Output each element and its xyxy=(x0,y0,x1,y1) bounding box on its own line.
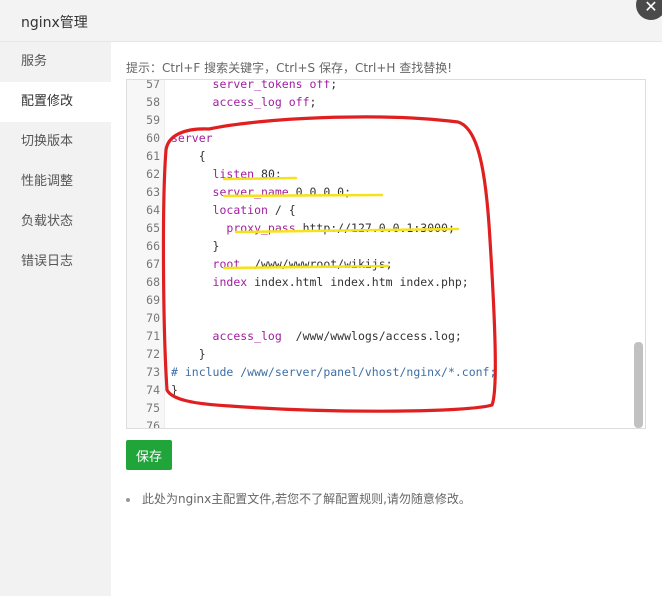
code-line[interactable]: 60 server xyxy=(127,129,645,147)
code-line[interactable]: 74} xyxy=(127,381,645,399)
hint-text: 提示：Ctrl+F 搜索关键字，Ctrl+S 保存，Ctrl+H 查找替换! xyxy=(126,61,453,75)
code-line[interactable]: 64 location / { xyxy=(127,201,645,219)
window-title: nginx管理 xyxy=(21,15,88,31)
code-line[interactable]: 65 proxy_pass http://127.0.0.1:3000; xyxy=(127,219,645,237)
line-number: 69 xyxy=(146,293,160,307)
line-number: 64 xyxy=(146,203,160,217)
line-number: 58 xyxy=(146,95,160,109)
line-number: 65 xyxy=(146,221,160,235)
bullet-icon xyxy=(126,497,130,502)
sidebar-item-config[interactable]: 配置修改 xyxy=(0,82,111,122)
title-bar: nginx管理 xyxy=(0,0,662,42)
line-number: 67 xyxy=(146,257,160,271)
editor-scrollbar[interactable] xyxy=(634,342,643,428)
code-line[interactable]: 70 xyxy=(127,309,645,327)
code-line[interactable]: 61 { xyxy=(127,147,645,165)
line-code: } xyxy=(171,347,206,361)
line-code: index index.html index.htm index.php; xyxy=(212,275,469,289)
line-number: 68 xyxy=(146,275,160,289)
line-code: server xyxy=(171,131,213,145)
code-editor[interactable]: 57 server_tokens off; 58 access_log off; 5… xyxy=(126,79,646,429)
sidebar-item-service[interactable]: 服务 xyxy=(0,42,111,82)
line-number: 73 xyxy=(146,365,160,379)
line-number: 72 xyxy=(146,347,160,361)
code-line[interactable]: 62 listen 80; xyxy=(127,165,645,183)
code-line[interactable]: 72 } xyxy=(127,345,645,363)
line-number: 76 xyxy=(146,419,160,429)
line-code: location / { xyxy=(212,203,296,217)
line-code: } xyxy=(171,383,178,397)
line-code: access_log off; xyxy=(212,95,317,109)
code-line[interactable]: 59 xyxy=(127,111,645,129)
sidebar-item-error-log[interactable]: 错误日志 xyxy=(0,242,111,282)
line-number: 75 xyxy=(146,401,160,415)
code-line[interactable]: 67 root /www/wwwroot/wikijs; xyxy=(127,255,645,273)
code-line[interactable]: 76 xyxy=(127,417,645,429)
code-line[interactable]: 58 access_log off; xyxy=(127,93,645,111)
code-line[interactable]: 57 server_tokens off; xyxy=(127,79,645,93)
line-code: listen 80; xyxy=(212,167,282,181)
sidebar-item-version[interactable]: 切换版本 xyxy=(0,122,111,162)
line-code: } xyxy=(171,239,220,253)
sidebar-item-performance[interactable]: 性能调整 xyxy=(0,162,111,202)
line-code: { xyxy=(171,149,206,163)
line-number: 61 xyxy=(146,149,160,163)
line-number: 59 xyxy=(146,113,160,127)
code-line[interactable]: 69 xyxy=(127,291,645,309)
line-number: 62 xyxy=(146,167,160,181)
code-line[interactable]: 66 } xyxy=(127,237,645,255)
line-code: server_name 0.0.0.0; xyxy=(212,185,352,199)
line-number: 70 xyxy=(146,311,160,325)
sidebar-item-load-status[interactable]: 负载状态 xyxy=(0,202,111,242)
code-line[interactable]: 73 # include /www/server/panel/vhost/ngin… xyxy=(127,363,645,381)
code-line[interactable]: 63 server_name 0.0.0.0; xyxy=(127,183,645,201)
note-text: 此处为nginx主配置文件,若您不了解配置规则,请勿随意修改。 xyxy=(142,492,471,506)
config-note: 此处为nginx主配置文件,若您不了解配置规则,请勿随意修改。 xyxy=(126,490,471,507)
line-number: 66 xyxy=(146,239,160,253)
line-number: 57 xyxy=(146,79,160,91)
line-code: server_tokens off; xyxy=(212,79,338,91)
line-code: proxy_pass http://127.0.0.1:3000; xyxy=(226,221,455,235)
line-code: root /www/wwwroot/wikijs; xyxy=(212,257,393,271)
line-number: 60 xyxy=(146,131,160,145)
code-line[interactable]: 68 index index.html index.htm index.php; xyxy=(127,273,645,291)
line-number: 63 xyxy=(146,185,160,199)
line-code: # include /www/server/panel/vhost/nginx/… xyxy=(171,365,497,379)
line-number: 71 xyxy=(146,329,160,343)
sidebar: 服务 配置修改 切换版本 性能调整 负载状态 错误日志 xyxy=(0,42,111,596)
save-button[interactable]: 保存 xyxy=(126,440,172,470)
line-code: access_log /www/wwwlogs/access.log; xyxy=(212,329,462,343)
code-line[interactable]: 71 access_log /www/wwwlogs/access.log; xyxy=(127,327,645,345)
line-number: 74 xyxy=(146,383,160,397)
code-line[interactable]: 75 xyxy=(127,399,645,417)
